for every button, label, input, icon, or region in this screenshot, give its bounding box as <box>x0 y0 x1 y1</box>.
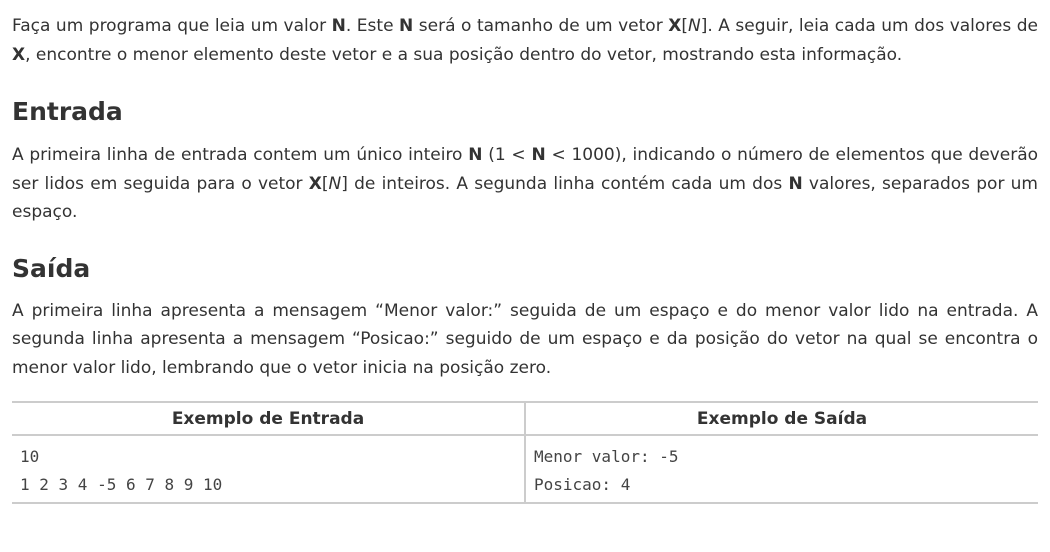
intro-text: será o tamanho de um vetor <box>413 16 669 36</box>
examples-header-row: Exemplo de Entrada Exemplo de Saída <box>12 402 1038 436</box>
input-paragraph: A primeira linha de entrada contem um ún… <box>12 141 1038 227</box>
output-example-line: Menor valor: -5 <box>534 447 679 466</box>
input-text: A primeira linha de entrada contem um ún… <box>12 145 469 165</box>
output-paragraph: A primeira linha apresenta a mensagem “M… <box>12 300 1038 378</box>
var-x: X <box>308 173 322 194</box>
var-n: N <box>468 145 483 165</box>
var-n-italic: N <box>328 173 342 194</box>
output-heading: Saída <box>12 253 91 283</box>
input-heading: Entrada <box>12 97 123 126</box>
var-n: N <box>331 16 346 36</box>
var-n-italic: N <box>687 16 701 36</box>
intro-text: . Este <box>345 16 400 36</box>
var-n: N <box>788 173 803 194</box>
examples-body-row: 10 1 2 3 4 -5 6 7 8 9 10 Menor valor: -5 P… <box>12 435 1038 503</box>
intro-text: [ <box>681 16 688 36</box>
output-example-cell[interactable]: Menor valor: -5 Posicao: 4 <box>525 435 1038 503</box>
var-x: X <box>12 44 26 65</box>
input-example-header: Exemplo de Entrada <box>12 402 526 436</box>
var-n: N <box>399 16 414 36</box>
intro-text: Faça um programa que leia um valor <box>12 16 332 36</box>
problem-statement: Faça um programa que leia um valor N. Es… <box>0 0 1050 504</box>
intro-paragraph: Faça um programa que leia um valor N. Es… <box>12 12 1038 69</box>
input-example-line: 10 <box>20 447 40 466</box>
intro-text: ]. A seguir, leia cada um dos valores de <box>700 16 1038 36</box>
input-text: [ <box>321 173 329 194</box>
input-example-line: 1 2 3 4 -5 6 7 8 9 10 <box>20 475 223 494</box>
examples-table: Exemplo de Entrada Exemplo de Saída 10 1 … <box>12 401 1038 504</box>
output-example-header: Exemplo de Saída <box>525 402 1038 436</box>
input-example-cell[interactable]: 10 1 2 3 4 -5 6 7 8 9 10 <box>12 435 526 503</box>
input-text: (1 < <box>482 145 532 165</box>
output-example-line: Posicao: 4 <box>534 475 631 494</box>
input-text: ] de inteiros. A segunda linha contém ca… <box>341 173 789 194</box>
var-x: X <box>668 16 682 36</box>
var-n: N <box>531 145 546 165</box>
intro-text: , encontre o menor elemento deste vetor … <box>25 44 903 65</box>
